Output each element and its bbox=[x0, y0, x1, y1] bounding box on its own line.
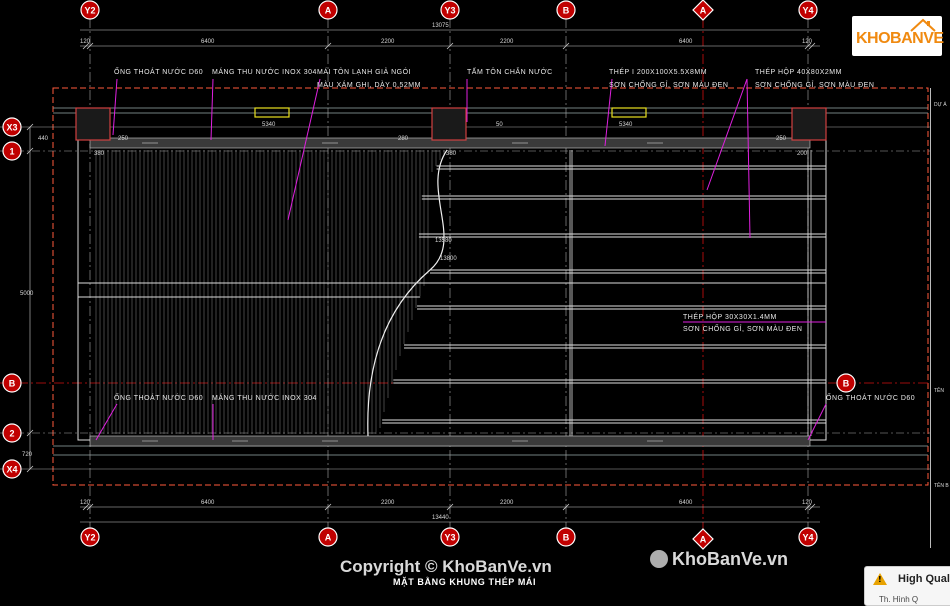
axis-bubble-bottom-label: Y4 bbox=[802, 533, 813, 543]
top-dim-label: 2200 bbox=[381, 39, 395, 45]
axis-bubble-left-label: 2 bbox=[9, 429, 14, 439]
roof-tile-hatch bbox=[78, 150, 445, 434]
cad-drawing-viewport: 120 6400 2200 2200 6400 120 13075 120 6400 2200 22… bbox=[0, 0, 950, 606]
notice-sub: Th. Hình Q bbox=[879, 595, 919, 604]
globe-icon bbox=[650, 550, 668, 568]
axis-bubble-top-label: A bbox=[700, 6, 707, 16]
axis-bubble-left-label: 1 bbox=[9, 147, 14, 157]
bottom-dim-label: 2200 bbox=[500, 500, 514, 506]
top-dim-label: 120 bbox=[80, 39, 91, 45]
axis-bubble-bottom-label: A bbox=[325, 533, 332, 543]
side-label-2: TÊN bbox=[934, 388, 944, 394]
side-label-3: TÊN B bbox=[934, 483, 949, 489]
axis-bubble-top-label: Y4 bbox=[802, 6, 813, 16]
axis-bubble-bottom-label: Y2 bbox=[84, 533, 95, 543]
top-dim-label: 6400 bbox=[679, 39, 693, 45]
vertical-axis-lines bbox=[89, 18, 809, 530]
axis-bubble-bottom-label: Y3 bbox=[444, 533, 455, 543]
top-dim-label: 2200 bbox=[500, 39, 514, 45]
steel-purlins bbox=[78, 142, 826, 442]
axis-bubble-top-label: Y2 bbox=[84, 6, 95, 16]
logo-text: KHOBANVE bbox=[856, 30, 944, 47]
bottom-dim-label: 2200 bbox=[381, 500, 395, 506]
drawing-title: MẶT BẰNG KHUNG THÉP MÁI bbox=[393, 577, 537, 587]
top-total-label: 13075 bbox=[432, 23, 449, 29]
brand-text: KhoBanVe.vn bbox=[672, 549, 789, 569]
axis-bubble-top-label: Y3 bbox=[444, 6, 455, 16]
axis-bubble-top-label: B bbox=[563, 6, 570, 16]
copyright-watermark: Copyright © KhoBanVe.vn bbox=[340, 557, 552, 576]
axis-bubble-bottom-label: A bbox=[700, 535, 707, 545]
khobanve-logo: KHOBANVE bbox=[852, 16, 944, 56]
bottom-dim-label: 6400 bbox=[679, 500, 693, 506]
break-line-curve bbox=[367, 149, 448, 437]
axis-bubbles: Y2 A Y3 B A Y4 Y2 A Y3 B A Y4 X3 1 B 2 X4 B bbox=[2, 0, 856, 550]
top-dim-label: 6400 bbox=[201, 39, 215, 45]
roof-outline bbox=[77, 139, 827, 441]
notice-title: High Quali bbox=[898, 573, 950, 585]
warning-icon: ! bbox=[873, 573, 887, 585]
axis-bubble-left-label: X3 bbox=[6, 123, 17, 133]
bottom-total-label: 13440 bbox=[432, 515, 449, 521]
side-label-1: DỰ Á bbox=[934, 102, 947, 108]
top-dim-label: 120 bbox=[802, 39, 813, 45]
bottom-dim-label: 120 bbox=[80, 500, 91, 506]
bottom-dim-label: 120 bbox=[802, 500, 813, 506]
axis-bubble-left-label: B bbox=[9, 379, 16, 389]
axis-bubble-top-label: A bbox=[325, 6, 332, 16]
bottom-gutter-box bbox=[89, 435, 811, 447]
quality-notice-popup[interactable]: ! High Quali Th. Hình Q bbox=[864, 566, 950, 606]
axis-bubble-left-label: X4 bbox=[6, 465, 17, 475]
bottom-dim-label: 6400 bbox=[201, 500, 215, 506]
title-block-side: DỰ Á TÊN TÊN B bbox=[930, 88, 950, 548]
axis-bubble-bottom-label: B bbox=[563, 533, 570, 543]
axis-bubble-right-label: B bbox=[843, 379, 850, 389]
roof-steel-frame-plan: 120 6400 2200 2200 6400 12013075120 6400 2200 22… bbox=[0, 0, 930, 550]
brand-watermark: KhoBanVe.vn bbox=[650, 549, 788, 570]
